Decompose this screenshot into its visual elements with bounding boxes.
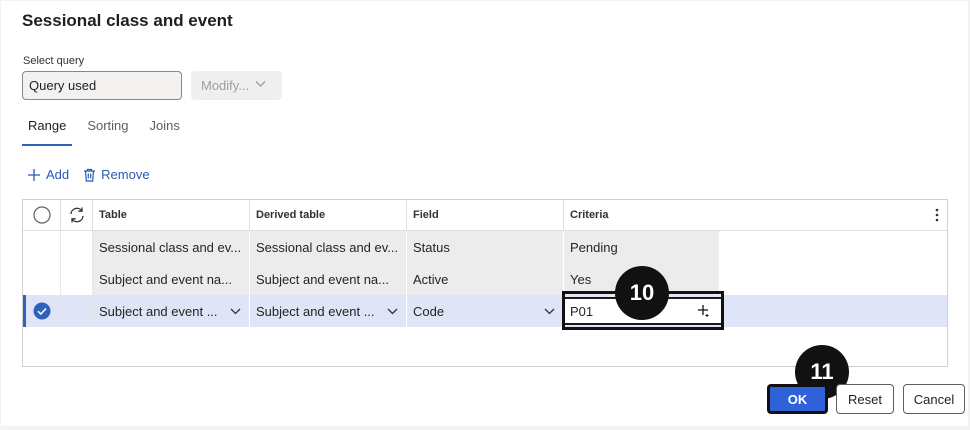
tab-joins[interactable]: Joins (144, 118, 186, 142)
table-select[interactable]: Subject and event ... (93, 295, 250, 327)
column-header-criteria[interactable]: Criteria (564, 200, 947, 230)
select-query-input[interactable]: Query used (22, 71, 182, 100)
grid-toolbar: Add Remove (27, 167, 150, 182)
table-row[interactable]: Subject and event na... Subject and even… (23, 263, 947, 295)
table-row-selected[interactable]: Subject and event ... Subject and event … (23, 295, 947, 327)
select-all-checkbox[interactable] (23, 200, 61, 230)
table-row[interactable]: Sessional class and ev... Sessional clas… (23, 231, 947, 263)
modify-button[interactable]: Modify... (191, 71, 282, 100)
derived-table-cell[interactable]: Sessional class and ev... (250, 231, 407, 263)
dialog-title: Sessional class and event (22, 11, 233, 30)
row-spacer (61, 263, 93, 295)
chevron-down-icon (387, 308, 398, 314)
remove-button[interactable]: Remove (83, 167, 150, 182)
table-cell[interactable]: Subject and event na... (93, 263, 250, 295)
grid-header: Table Derived table Field Criteria (23, 200, 947, 231)
modify-label: Modify... (201, 78, 250, 93)
query-dialog: Sessional class and event Select query Q… (1, 1, 968, 426)
row-selector[interactable] (23, 231, 61, 263)
field-select-value: Code (413, 303, 445, 319)
criteria-cell[interactable]: Pending (564, 231, 720, 263)
row-spacer (61, 295, 93, 327)
chevron-down-icon (544, 308, 555, 314)
derived-table-cell[interactable]: Subject and event na... (250, 263, 407, 295)
derived-table-select-value: Subject and event ... (256, 303, 375, 319)
table-select-value: Subject and event ... (99, 303, 218, 319)
reset-button[interactable]: Reset (836, 384, 894, 414)
select-query-label: Select query (23, 55, 85, 67)
tab-sorting[interactable]: Sorting (81, 118, 134, 142)
remove-label: Remove (101, 167, 150, 182)
plus-icon (28, 168, 40, 181)
derived-table-select[interactable]: Subject and event ... (250, 295, 407, 327)
column-header-field[interactable]: Field (407, 200, 564, 230)
refresh-button[interactable] (61, 200, 93, 230)
refresh-icon (69, 207, 84, 223)
row-selected-checkbox[interactable] (23, 295, 61, 327)
trash-icon (84, 168, 96, 182)
chevron-down-icon (255, 81, 266, 87)
criteria-input-value: P01 (570, 304, 594, 319)
more-options-icon[interactable] (935, 208, 939, 227)
add-button[interactable]: Add (27, 167, 69, 182)
chevron-down-icon (230, 308, 241, 314)
range-grid: Table Derived table Field Criteria Sessi… (22, 199, 948, 367)
checkmark-circle-icon (33, 302, 50, 320)
field-cell[interactable]: Status (407, 231, 564, 263)
row-spacer (61, 231, 93, 263)
circle-icon (32, 206, 51, 224)
table-cell[interactable]: Sessional class and ev... (93, 231, 250, 263)
field-cell[interactable]: Active (407, 263, 564, 295)
field-select[interactable]: Code (407, 295, 564, 327)
step-callout-badge: 10 (615, 266, 669, 320)
row-selector[interactable] (23, 263, 61, 295)
column-header-derived-table[interactable]: Derived table (250, 200, 407, 230)
ok-button[interactable]: OK (767, 384, 828, 414)
tab-range[interactable]: Range (22, 118, 73, 146)
crosshair-cursor-icon (698, 305, 709, 317)
tab-strip: Range Sorting Joins (22, 118, 195, 146)
cancel-button[interactable]: Cancel (903, 384, 965, 414)
add-label: Add (46, 167, 70, 182)
column-header-table[interactable]: Table (93, 200, 250, 230)
